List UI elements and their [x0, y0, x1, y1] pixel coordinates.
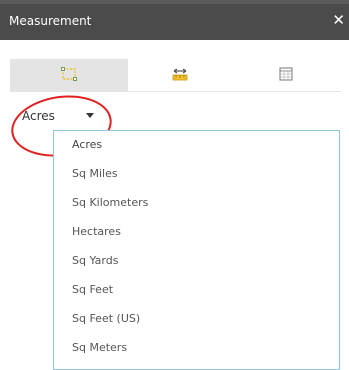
- unit-option-sq-feet[interactable]: Sq Feet: [72, 280, 113, 300]
- close-icon[interactable]: ✕: [332, 10, 345, 30]
- title-bar: Measurement ✕: [0, 4, 349, 40]
- unit-option-acres[interactable]: Acres: [72, 135, 102, 155]
- unit-dropdown-list: Acres Sq Miles Sq Kilometers Hectares Sq…: [53, 130, 340, 370]
- tab-distance[interactable]: [128, 59, 231, 91]
- unit-option-sq-meters[interactable]: Sq Meters: [72, 338, 127, 358]
- location-icon: [279, 67, 293, 81]
- unit-option-sq-kilometers[interactable]: Sq Kilometers: [72, 193, 148, 213]
- area-icon: [61, 67, 77, 81]
- tab-location[interactable]: [231, 59, 341, 91]
- unit-option-sq-yards[interactable]: Sq Yards: [72, 251, 118, 271]
- window-title: Measurement: [9, 14, 92, 28]
- unit-option-hectares[interactable]: Hectares: [72, 222, 121, 242]
- unit-option-sq-miles[interactable]: Sq Miles: [72, 164, 118, 184]
- tab-area[interactable]: [10, 59, 128, 91]
- unit-option-sq-feet-us[interactable]: Sq Feet (US): [72, 309, 140, 329]
- distance-icon: [172, 68, 187, 81]
- tab-divider: [10, 91, 341, 92]
- measurement-tabs: [10, 59, 341, 91]
